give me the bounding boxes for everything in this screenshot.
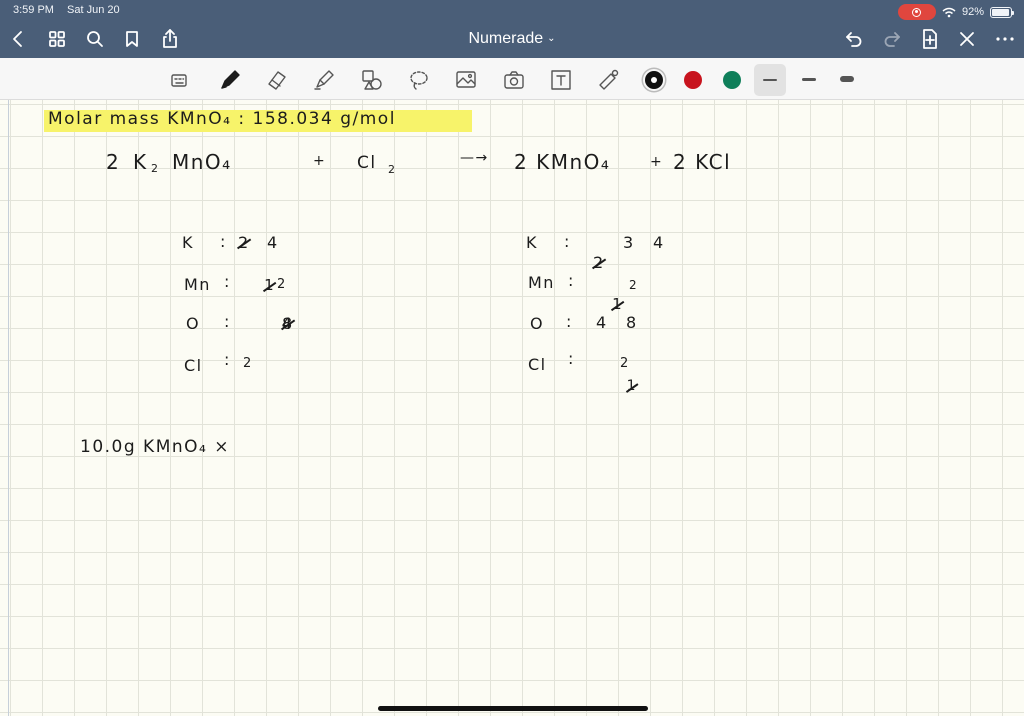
tally-mid-value: 3 — [623, 233, 635, 252]
text-box-icon — [551, 70, 571, 90]
tally-value: 8 — [626, 313, 638, 332]
tally-struck-value: 1 — [612, 295, 624, 313]
status-date: Sat Jun 20 — [67, 4, 120, 16]
document-title-label: Numerade — [468, 30, 544, 47]
tally-colon: : — [568, 349, 575, 368]
pen-tool[interactable] — [216, 66, 244, 94]
pen-icon — [221, 70, 240, 89]
color-swatch-black[interactable] — [645, 71, 663, 89]
mass-conversion-note: 10.0g KMnO₄ × — [80, 437, 230, 457]
tally-colon: : — [220, 232, 227, 251]
tally-mid-value: 4 — [596, 313, 608, 332]
stroke-thick[interactable] — [840, 76, 854, 82]
molar-mass-note: Molar mass KMnO₄ : 158.034 g/mol — [48, 109, 396, 129]
reactant1-mno4: MnO₄ — [172, 150, 232, 174]
shapes-icon — [362, 70, 382, 90]
tally-struck-value: 2 — [238, 233, 250, 252]
plus-sign-2: + — [650, 154, 664, 170]
chevron-down-icon: ⌄ — [547, 33, 556, 44]
tally-value: 2 — [629, 278, 639, 292]
tally-value: 2 — [243, 356, 253, 371]
tally-colon: : — [568, 271, 575, 290]
tally-element: Cl — [184, 356, 203, 375]
tally-colon: : — [224, 312, 231, 331]
image-icon — [456, 71, 476, 88]
add-page-icon — [923, 29, 937, 49]
reactant1-coefficient: 2 — [106, 150, 121, 174]
status-bar-right: 92% — [897, 4, 1014, 20]
redo-button[interactable] — [878, 25, 906, 53]
tally-value: 4 — [653, 233, 665, 252]
more-button[interactable] — [991, 25, 1019, 53]
eraser-icon — [268, 71, 286, 90]
tally-struck-value: 1 — [264, 276, 276, 294]
top-bar: 3:59 PM Sat Jun 20 92% Numerade ⌄ — [0, 0, 1024, 58]
camera-tool[interactable] — [500, 66, 528, 94]
tally-value: 8 — [282, 314, 294, 333]
more-icon — [996, 37, 1014, 41]
status-time: 3:59 PM — [13, 4, 54, 16]
battery-icon — [990, 6, 1014, 18]
tally-colon: : — [564, 232, 571, 251]
eraser-tool[interactable] — [263, 66, 291, 94]
lasso-icon — [410, 71, 428, 90]
status-bar-left: 3:59 PM Sat Jun 20 — [13, 4, 120, 16]
tally-element: O — [186, 314, 201, 333]
document-title[interactable]: Numerade ⌄ — [0, 30, 1024, 48]
highlighter-icon — [314, 70, 334, 90]
tally-colon: : — [566, 312, 573, 331]
image-tool[interactable] — [452, 66, 480, 94]
page-margin-line — [8, 100, 9, 716]
note-page[interactable] — [0, 100, 1024, 716]
tool-bar — [0, 58, 1024, 100]
keyboard-tool[interactable] — [166, 66, 194, 94]
screen-recording-indicator[interactable] — [897, 4, 936, 20]
stroke-medium[interactable] — [802, 78, 816, 81]
record-icon — [912, 7, 922, 17]
reaction-arrow: —→ — [460, 150, 489, 166]
stroke-thin[interactable] — [763, 79, 777, 81]
laser-pointer-tool[interactable] — [594, 66, 622, 94]
reactant2-subscript: 2 — [388, 163, 397, 176]
reactant1-k: K — [133, 150, 148, 174]
color-swatch-red[interactable] — [684, 71, 702, 89]
battery-percent: 92% — [961, 6, 984, 18]
undo-icon — [846, 32, 862, 47]
close-icon — [960, 32, 974, 46]
color-swatch-green[interactable] — [723, 71, 741, 89]
tally-struck-value: 2 — [593, 253, 605, 272]
redo-icon — [884, 32, 900, 47]
tally-element: Mn — [528, 273, 555, 292]
reactant2-cl: Cl — [357, 153, 377, 173]
nav-bar: Numerade ⌄ — [0, 22, 1024, 56]
tally-element: K — [526, 233, 538, 252]
highlighter-tool[interactable] — [310, 66, 338, 94]
shapes-tool[interactable] — [358, 66, 386, 94]
text-tool[interactable] — [547, 66, 575, 94]
tally-colon: : — [224, 272, 231, 291]
laser-pointer-icon — [599, 69, 619, 90]
tally-element: O — [530, 314, 545, 333]
tally-value: 4 — [267, 233, 279, 252]
undo-button[interactable] — [840, 25, 868, 53]
tally-element: Cl — [528, 355, 547, 374]
plus-sign: + — [313, 153, 327, 169]
product2: 2 KCl — [673, 150, 732, 174]
close-button[interactable] — [953, 25, 981, 53]
reactant1-k-subscript: 2 — [151, 162, 160, 175]
add-page-button[interactable] — [916, 25, 944, 53]
tally-element: Mn — [184, 275, 211, 294]
tally-value: 2 — [620, 356, 630, 371]
wifi-icon — [942, 7, 956, 17]
tally-element: K — [182, 233, 194, 252]
tally-value: 2 — [277, 277, 287, 292]
camera-icon — [504, 71, 524, 89]
tally-colon: : — [224, 350, 231, 369]
lasso-tool[interactable] — [405, 66, 433, 94]
tally-struck-value: 1 — [626, 378, 638, 394]
keyboard-icon — [171, 74, 187, 87]
product1: 2 KMnO₄ — [514, 150, 611, 174]
home-indicator[interactable] — [378, 706, 648, 711]
